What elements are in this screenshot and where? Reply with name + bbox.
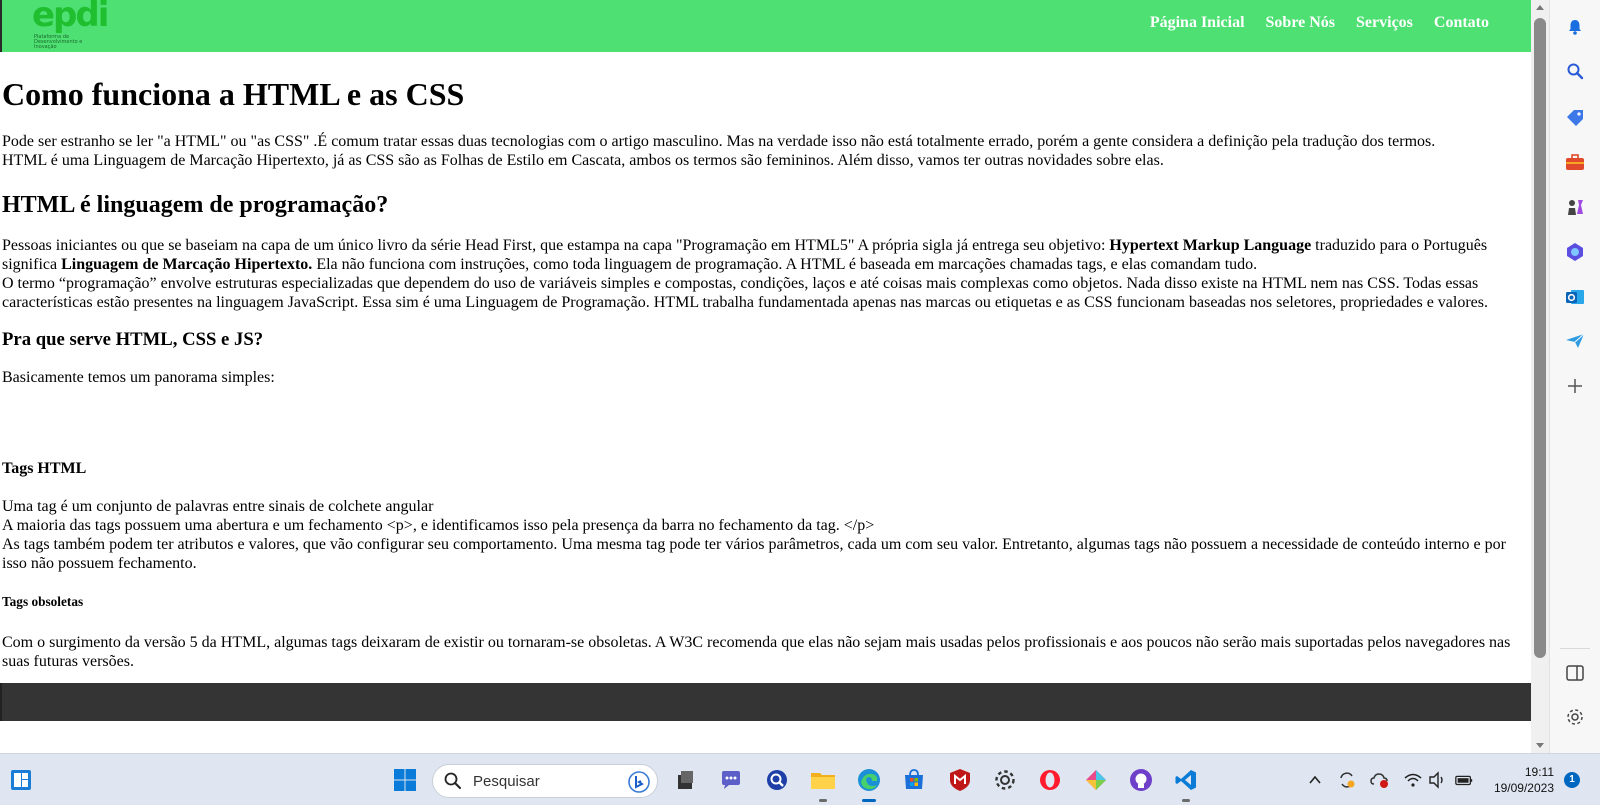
nav-link-home[interactable]: Página Inicial: [1150, 14, 1245, 32]
programming-text-part3: Ela não funciona com instruções, como to…: [312, 256, 1258, 273]
panel-icon[interactable]: [1564, 662, 1586, 684]
scroll-thumb[interactable]: [1534, 18, 1546, 658]
chess-icon[interactable]: [1564, 196, 1586, 218]
intro-line-2: HTML é uma Linguagem de Marcação Hiperte…: [2, 152, 1164, 169]
obsolete-text: Com o surgimento da versão 5 da HTML, al…: [2, 634, 1511, 670]
programming-text-1: Pessoas iniciantes ou que se baseiam na …: [2, 236, 1529, 274]
windows-taskbar: Pesquisar 19:11 19/09/2023 1: [0, 753, 1600, 805]
plus-icon[interactable]: [1564, 375, 1586, 397]
github-desktop-icon[interactable]: [1125, 764, 1157, 796]
section-heading-programming: HTML é linguagem de programação?: [2, 192, 389, 218]
file-explorer-icon[interactable]: [807, 764, 839, 802]
tags-paragraph: Uma tag é um conjunto de palavras entre …: [2, 497, 1529, 573]
opera-icon[interactable]: [1034, 764, 1066, 796]
nav-link-about[interactable]: Sobre Nós: [1266, 14, 1336, 32]
copilot-icon[interactable]: [1564, 241, 1586, 263]
notification-badge[interactable]: 1: [1564, 772, 1580, 788]
taskbar-search-input[interactable]: Pesquisar: [432, 764, 658, 798]
clock-date: 19/09/2023: [1493, 781, 1554, 795]
battery-icon[interactable]: [1454, 770, 1474, 790]
browser-viewport: epdi Plataforma de Desenvolvimento e Ino…: [0, 0, 1531, 753]
programming-bold-2: Linguagem de Marcação Hipertexto.: [61, 256, 313, 273]
toolbox-icon[interactable]: [1564, 151, 1586, 173]
programming-paragraph: Pessoas iniciantes ou que se baseiam na …: [2, 236, 1529, 312]
tag-icon[interactable]: [1564, 106, 1586, 128]
start-button-icon[interactable]: [389, 764, 421, 796]
system-clock[interactable]: 19:11 19/09/2023: [1484, 764, 1554, 796]
programming-text-2: O termo “programação” envolve estruturas…: [2, 275, 1488, 311]
intro-paragraph: Pode ser estranho se ler "a HTML" ou "as…: [2, 132, 1529, 170]
task-view-icon[interactable]: [669, 764, 701, 796]
vscode-icon[interactable]: [1170, 764, 1202, 802]
wifi-icon[interactable]: [1403, 770, 1423, 790]
cloud-security-icon[interactable]: [1370, 770, 1390, 790]
logo-text: epdi: [32, 0, 109, 35]
search-icon: [444, 772, 461, 789]
nav-link-services[interactable]: Serviços: [1356, 14, 1413, 32]
section-heading-purpose: Pra que serve HTML, CSS e JS?: [2, 329, 264, 350]
chevron-up-icon[interactable]: [1305, 770, 1325, 790]
send-icon[interactable]: [1564, 330, 1586, 352]
section-heading-obsolete: Tags obsoletas: [2, 594, 84, 609]
edge-browser-icon[interactable]: [853, 764, 885, 802]
browser-sidebar: [1549, 0, 1600, 753]
intro-line-1: Pode ser estranho se ler "a HTML" ou "as…: [2, 133, 1436, 150]
settings-gear-icon[interactable]: [989, 764, 1021, 796]
tags-line-2: A maioria das tags possuem uma abertura …: [2, 517, 875, 534]
teams-chat-icon[interactable]: [715, 764, 747, 796]
tags-line-3: As tags também podem ter atributos e val…: [2, 536, 1506, 572]
main-nav: Página Inicial Sobre Nós Serviços Contat…: [1150, 14, 1489, 32]
quick-assist-icon[interactable]: [761, 764, 793, 796]
sidebar-divider: [1560, 648, 1590, 649]
sync-icon[interactable]: [1337, 770, 1357, 790]
widgets-icon[interactable]: [5, 764, 37, 796]
nav-link-contact[interactable]: Contato: [1434, 14, 1489, 32]
outlook-icon[interactable]: [1564, 286, 1586, 308]
scroll-down-arrow-icon[interactable]: [1534, 739, 1546, 751]
section-heading-tags: Tags HTML: [2, 460, 87, 477]
article-content: Como funciona a HTML e as CSS Pode ser e…: [0, 74, 1531, 671]
git-kraken-icon[interactable]: [1080, 764, 1112, 796]
site-logo[interactable]: epdi Plataforma de Desenvolvimento e Ino…: [30, 0, 110, 50]
programming-bold-1: Hypertext Markup Language: [1109, 237, 1312, 254]
article-title: Como funciona a HTML e as CSS: [2, 76, 465, 112]
logo-subtext: Plataforma de Desenvolvimento e Inovação: [34, 34, 83, 50]
site-footer: [0, 683, 1531, 721]
search-icon[interactable]: [1564, 60, 1586, 82]
purpose-text: Basicamente temos um panorama simples:: [2, 369, 275, 386]
bing-icon[interactable]: [627, 770, 651, 794]
volume-icon[interactable]: [1428, 770, 1448, 790]
search-placeholder: Pesquisar: [473, 772, 540, 790]
programming-text-part1: Pessoas iniciantes ou que se baseiam na …: [2, 237, 1110, 254]
web-page: epdi Plataforma de Desenvolvimento e Ino…: [0, 0, 1531, 721]
microsoft-store-icon[interactable]: [898, 764, 930, 796]
bell-icon[interactable]: [1564, 16, 1586, 38]
settings-icon[interactable]: [1564, 706, 1586, 728]
site-header: epdi Plataforma de Desenvolvimento e Ino…: [0, 0, 1531, 52]
page-scrollbar[interactable]: [1531, 0, 1549, 753]
mcafee-icon[interactable]: [944, 764, 976, 796]
tags-line-1: Uma tag é um conjunto de palavras entre …: [2, 498, 434, 515]
scroll-up-arrow-icon[interactable]: [1534, 2, 1546, 14]
clock-time: 19:11: [1524, 765, 1554, 779]
